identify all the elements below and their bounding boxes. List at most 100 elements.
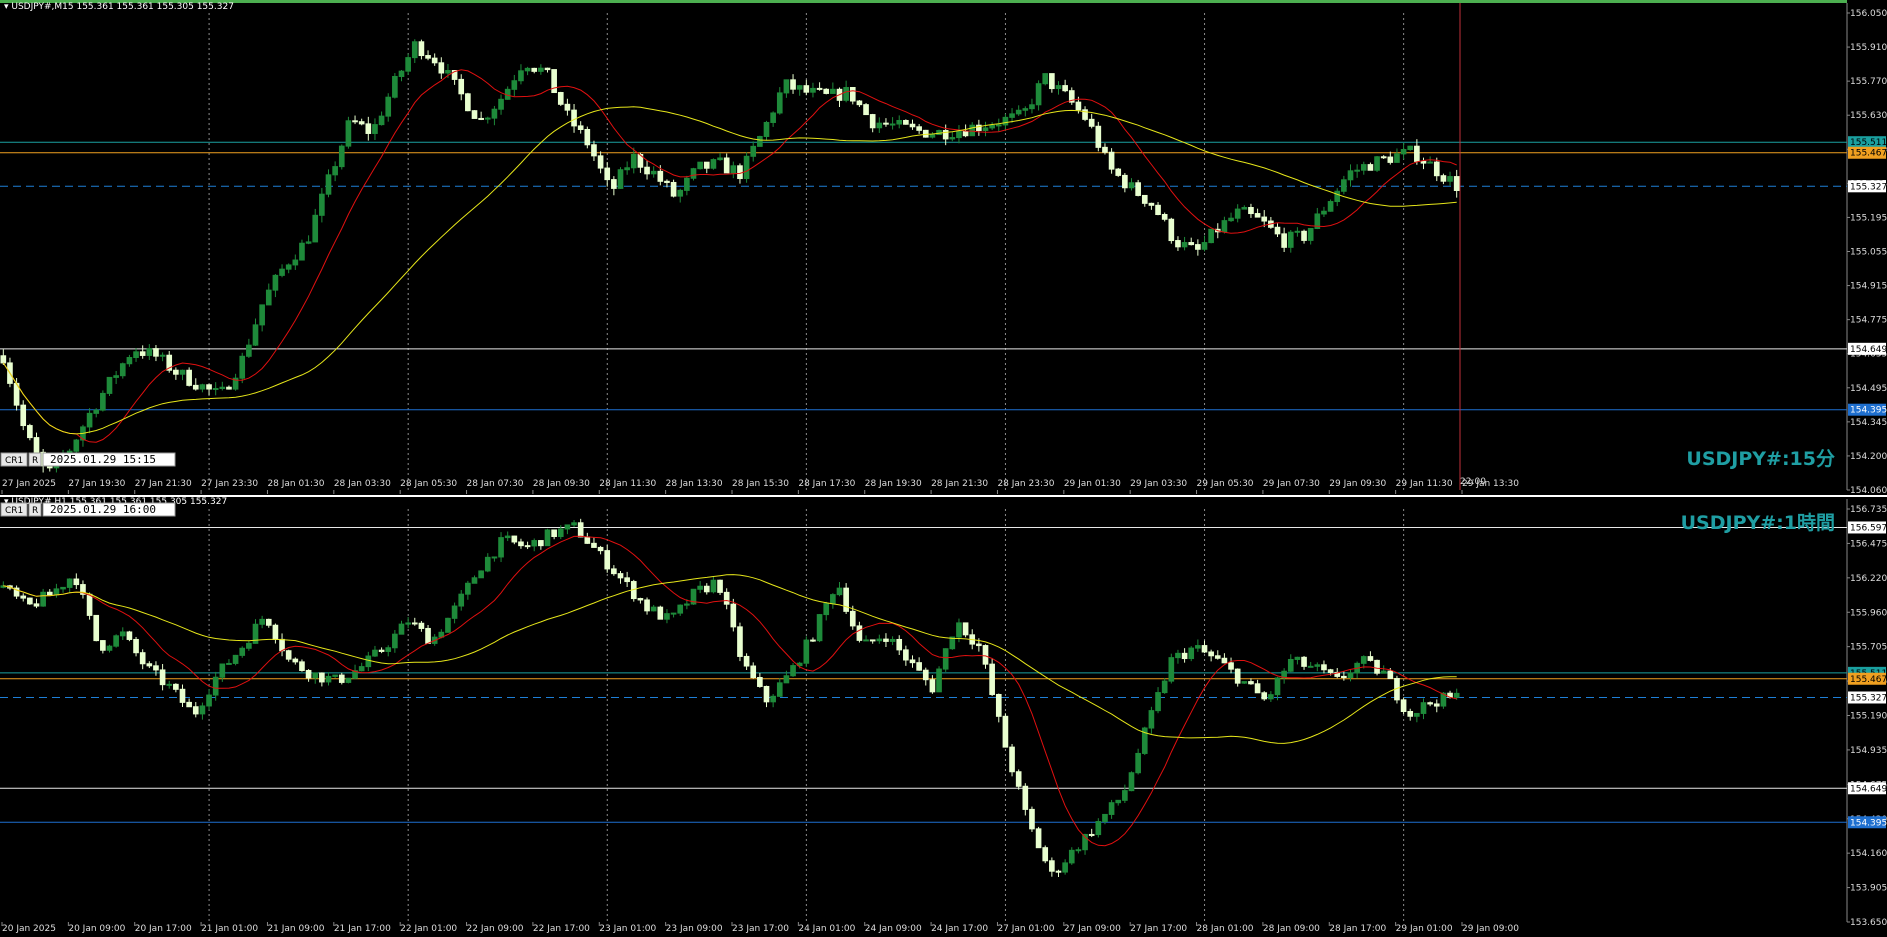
candle-body [126,357,133,365]
candle-body [1281,233,1287,248]
candle-body [431,57,438,64]
candle-body [1427,702,1433,705]
moving-average-fast [3,535,1457,847]
candle-body [292,658,299,663]
candle-body [849,610,856,627]
candle-body [372,124,378,134]
candle-body [763,685,770,703]
candle-body [949,137,956,140]
candle-body [1049,860,1055,872]
candle-body [1307,227,1314,241]
candle-body [1241,681,1248,684]
chart-panel-2[interactable]: 156.735 156.475 156.220 155.960 155.705 155.4… [0,497,1887,934]
candle-body [670,181,677,197]
candle-body [551,69,557,94]
candle-body [471,577,478,584]
datetime-field-value[interactable]: 2025.01.29 15:15 [50,453,156,466]
candle-body [1367,656,1374,661]
chart-canvas[interactable]: 156.050155.910155.770155.630155.490155.3… [0,0,1887,937]
candle-body [498,98,504,110]
candle-body [1062,862,1068,873]
price-tag-label: 156.597 [1850,523,1887,533]
candle-body [1261,692,1268,700]
candle-body [285,264,292,270]
candle-body [1414,712,1420,717]
candle-body [770,695,776,703]
candle-body [717,157,723,161]
candle-body [279,268,285,276]
cr-button-label[interactable]: CR1 [5,506,23,516]
candle-body [312,672,319,679]
y-tick-label: 155.910 [1850,43,1887,53]
candle-body [1095,125,1102,148]
candle-body [863,639,869,642]
candle-body [325,174,332,195]
candle-body [1102,146,1108,153]
candle-body [776,682,783,697]
x-tick-label: 20 Jan 17:00 [135,924,192,934]
candle-body [564,103,571,111]
candle-body [1394,153,1400,163]
candle-body [1201,645,1208,653]
x-tick-label: 21 Jan 17:00 [334,924,391,934]
candle-body [392,75,398,98]
candle-body [1022,108,1029,111]
candle-body [982,127,989,131]
candle-body [942,648,949,670]
candle-body [1181,242,1188,248]
candle-body [843,587,849,612]
candle-body [936,668,942,693]
datetime-field-value[interactable]: 2025.01.29 16:00 [50,503,156,516]
cr-button-label[interactable]: CR1 [5,456,23,466]
candle-body [292,259,299,266]
candle-body [1347,672,1354,679]
candle-body [1002,715,1009,748]
x-tick-label: 28 Jan 13:30 [666,479,723,489]
candle-body [259,304,265,326]
candle-body [697,161,703,170]
candle-body [332,166,338,176]
candle-body [1433,161,1440,177]
candle-body [863,104,869,116]
x-tick-label: 28 Jan 11:30 [599,479,656,489]
chart-panel-1[interactable]: 156.050155.910155.770155.630155.490155.3… [0,2,1887,496]
candle-body [1221,657,1228,664]
candle-body [1029,808,1035,830]
x-tick-label: 24 Jan 09:00 [865,924,922,934]
candle-body [113,635,119,647]
candle-body [226,386,232,390]
candle-body [644,166,650,175]
candle-body [763,121,770,137]
candle-body [312,214,319,243]
candle-body [206,694,212,707]
x-tick-label: 27 Jan 01:00 [997,924,1054,934]
candle-body [922,669,929,681]
candle-body [1287,231,1294,248]
candle-body [591,542,597,548]
candle-body [1208,651,1214,657]
candle-body [657,170,664,182]
x-tick-label: 27 Jan 17:00 [1130,924,1187,934]
candle-body [995,124,1002,127]
candle-body [398,70,405,77]
candle-body [484,556,491,572]
chart-toolbar[interactable]: CR1 R 2025.01.29 15:15 [0,452,176,467]
y-tick-label: 154.915 [1850,282,1887,292]
candle-body [392,633,398,649]
candle-body [737,165,743,180]
candle-body [1035,828,1042,849]
chart-toolbar[interactable]: CR1 R 2025.01.29 16:00 [0,502,176,517]
candle-body [106,376,113,394]
r-button-label[interactable]: R [32,456,38,466]
candle-body [823,88,830,94]
candle-body [650,606,657,612]
candle-body [345,677,352,683]
r-button-label[interactable]: R [32,506,38,516]
candle-body [577,522,584,538]
x-tick-label: 21 Jan 09:00 [267,924,324,934]
candle-body [1274,226,1281,235]
candle-body [531,67,538,72]
candle-body [1420,160,1427,164]
x-tick-label: 27 Jan 2025 [2,479,56,489]
candle-body [1088,118,1095,127]
